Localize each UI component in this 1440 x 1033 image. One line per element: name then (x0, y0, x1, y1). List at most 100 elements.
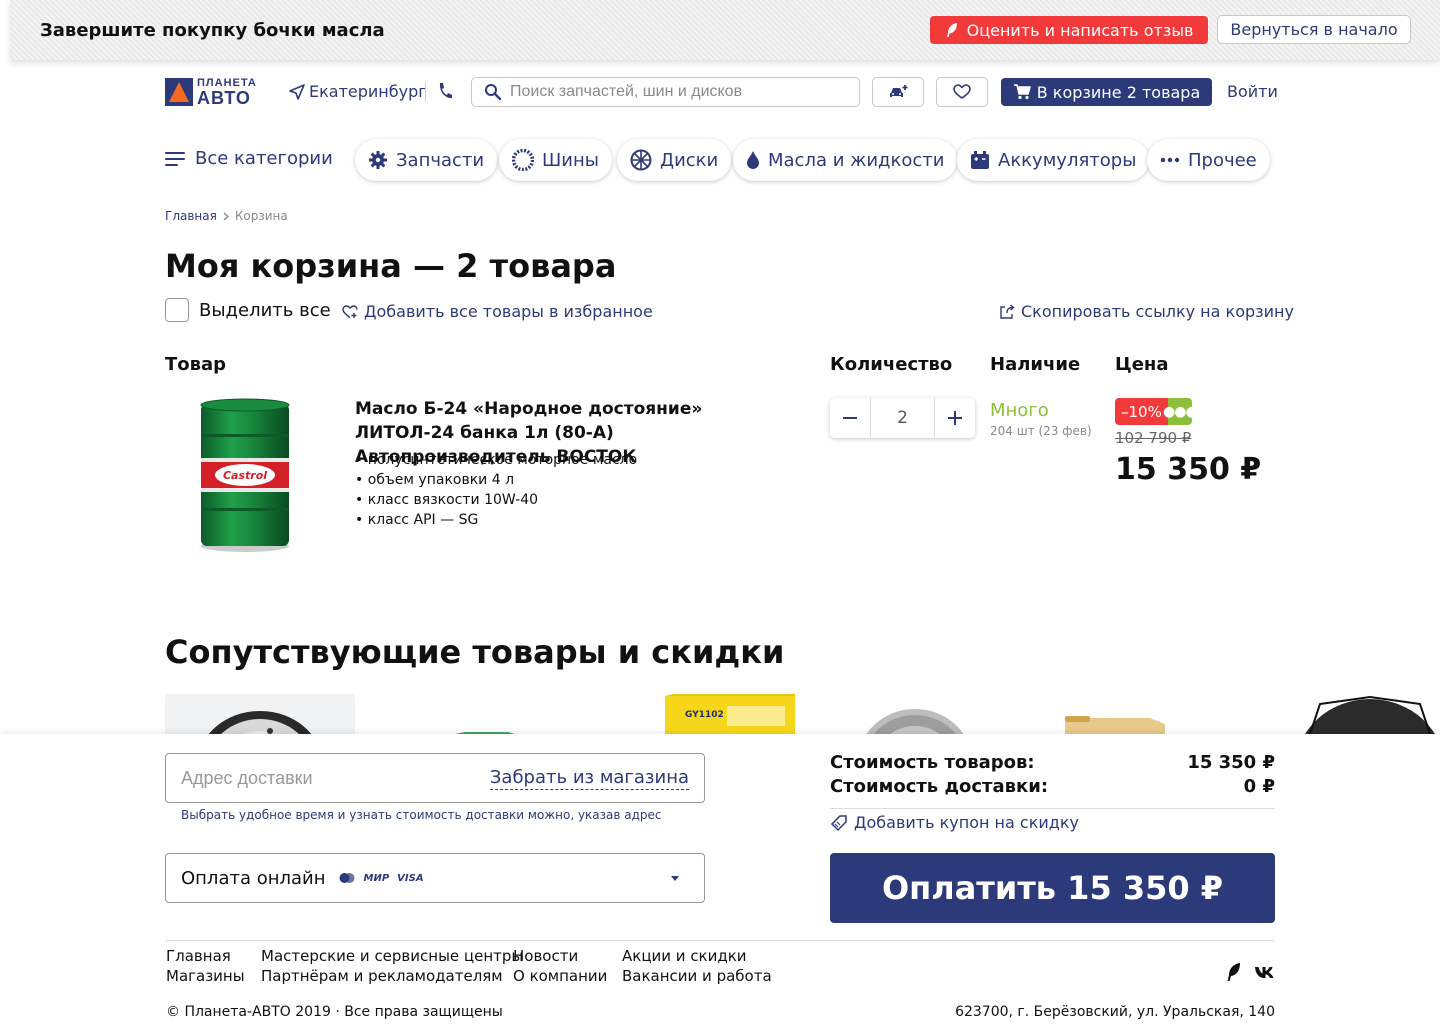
footer-column: Мастерские и сервисные центры Партнёрам … (261, 946, 523, 986)
category-wheels[interactable]: Диски (617, 139, 732, 181)
cart-button-label: В корзине 2 товара (1036, 82, 1201, 102)
related-product-card[interactable] (1050, 694, 1180, 734)
goods-cost-label: Стоимость товаров: (830, 752, 1035, 773)
copyright: © Планета-АВТО 2019 · Все права защищены (166, 1004, 503, 1020)
spec-item: • полусинтетическое моторное масло (355, 452, 638, 468)
login-link[interactable]: Войти (1227, 82, 1278, 101)
search-box[interactable] (471, 77, 860, 107)
product-specs: • полусинтетическое моторное масло • объ… (355, 450, 637, 530)
copy-link-label: Скопировать ссылку на корзину (1021, 302, 1294, 321)
search-input[interactable] (510, 83, 840, 101)
related-product-card[interactable]: GY1102 (665, 694, 795, 734)
related-product-card[interactable] (165, 694, 355, 734)
payment-method-label: Оплата онлайн (181, 867, 326, 889)
add-all-favorites-link[interactable]: Добавить все товары в избранное (342, 302, 653, 321)
footer-link[interactable]: О компании (513, 966, 607, 986)
decrease-button[interactable] (830, 398, 870, 438)
share-icon (1000, 304, 1015, 319)
quantity-value[interactable]: 2 (870, 398, 935, 438)
category-tires[interactable]: Шины (499, 139, 612, 181)
all-categories-label: Все категории (195, 148, 333, 169)
current-price: 15 350 ₽ (1115, 452, 1262, 487)
old-price: 102 790 ₽ (1115, 429, 1192, 447)
footer-link[interactable]: Акции и скидки (622, 946, 772, 966)
payment-method-select[interactable]: Оплата онлайн МИР VISA (165, 853, 705, 903)
canister-image (1065, 716, 1165, 734)
related-product-card[interactable] (450, 694, 520, 734)
review-button[interactable]: Оценить и написать отзыв (930, 16, 1208, 44)
task-bar: Завершите покупку бочки масла Оценить и … (10, 0, 1440, 60)
footer-column: Акции и скидки Вакансии и работа (622, 946, 772, 986)
quantity-stepper: 2 (830, 398, 975, 438)
garage-button[interactable] (872, 77, 924, 107)
visa-logo: VISA (397, 872, 424, 884)
category-other[interactable]: Прочее (1147, 139, 1270, 181)
cart-button[interactable]: В корзине 2 товара (1001, 78, 1212, 106)
city-selector[interactable]: Екатеринбург (289, 82, 427, 101)
heart-plus-icon (342, 304, 358, 318)
goods-cost-value: 15 350 ₽ (1187, 752, 1275, 773)
company-address: 623700, г. Берёзовский, ул. Уральская, 1… (955, 1004, 1275, 1020)
discount-percent: –10% (1115, 398, 1168, 425)
category-label: Шины (542, 149, 599, 171)
chevron-right-icon (223, 212, 229, 220)
filter-product-image (455, 732, 515, 734)
goods-cost-row: Стоимость товаров: 15 350 ₽ (830, 752, 1275, 773)
footer-link[interactable]: Магазины (166, 966, 245, 986)
category-label: Диски (660, 149, 719, 171)
footer-link[interactable]: Мастерские и сервисные центры (261, 946, 523, 966)
pickup-link[interactable]: Забрать из магазина (489, 767, 689, 790)
favorites-button[interactable] (936, 77, 988, 107)
minus-icon (843, 417, 857, 419)
payment-logos: МИР VISA (338, 872, 424, 884)
phone-icon[interactable] (436, 80, 456, 104)
social-links (1226, 962, 1276, 982)
coupon-tag-icon (830, 814, 847, 831)
cart-icon (1013, 84, 1031, 100)
breadcrumb-current: Корзина (234, 209, 288, 223)
menu-icon (165, 151, 185, 166)
footer-column: Главная Магазины (166, 946, 245, 986)
footer-link[interactable]: Партнёрам и рекламодателям (261, 966, 523, 986)
add-coupon-link[interactable]: Добавить купон на скидку (830, 813, 1079, 832)
category-parts[interactable]: Запчасти (355, 139, 498, 181)
feather-icon (946, 23, 957, 37)
category-label: Аккумуляторы (998, 149, 1137, 171)
footer-link[interactable]: Главная (166, 946, 245, 966)
breadcrumb: Главная Корзина (165, 209, 288, 223)
address-field[interactable]: Забрать из магазина (165, 753, 705, 803)
footer-link[interactable]: Новости (513, 946, 607, 966)
task-title: Завершите покупку бочки масла (40, 20, 385, 41)
divider (830, 808, 1275, 809)
pay-button[interactable]: Оплатить 15 350 ₽ (830, 853, 1275, 923)
column-product: Товар (165, 354, 227, 375)
spec-item: • класс вязкости 10W-40 (355, 492, 539, 508)
footer-link[interactable]: Вакансии и работа (622, 966, 772, 986)
delivery-cost-label: Стоимость доставки: (830, 776, 1049, 797)
related-product-card[interactable] (1290, 694, 1440, 734)
back-to-start-button[interactable]: Вернуться в начало (1217, 15, 1411, 44)
select-all-checkbox[interactable] (165, 298, 189, 322)
breadcrumb-home[interactable]: Главная (165, 209, 217, 223)
all-categories-button[interactable]: Все категории (165, 148, 333, 169)
increase-button[interactable] (935, 398, 975, 438)
car-add-icon (890, 85, 908, 97)
category-oils[interactable]: Масла и жидкости (733, 139, 958, 181)
logo-mark-icon (165, 78, 193, 106)
footer-column: Новости О компании (513, 946, 607, 986)
address-input[interactable] (181, 767, 490, 789)
product-image[interactable]: Castrol (195, 396, 295, 556)
column-quantity: Количество (830, 354, 953, 375)
discount-more-button[interactable]: ●●● (1163, 398, 1198, 425)
add-all-favorites-label: Добавить все товары в избранное (364, 302, 653, 321)
category-label: Прочее (1188, 149, 1257, 171)
select-all[interactable]: Выделить все (165, 298, 331, 322)
vk-icon[interactable] (1254, 965, 1276, 979)
category-batteries[interactable]: Аккумуляторы (957, 139, 1150, 181)
copy-cart-link[interactable]: Скопировать ссылку на корзину (999, 302, 1294, 321)
more-dots-icon (1160, 157, 1180, 163)
feather-icon[interactable] (1226, 962, 1242, 982)
mir-logo: МИР (363, 872, 390, 884)
site-logo[interactable]: ПЛАНЕТА АВТО (165, 77, 271, 107)
related-product-card[interactable] (840, 694, 990, 734)
